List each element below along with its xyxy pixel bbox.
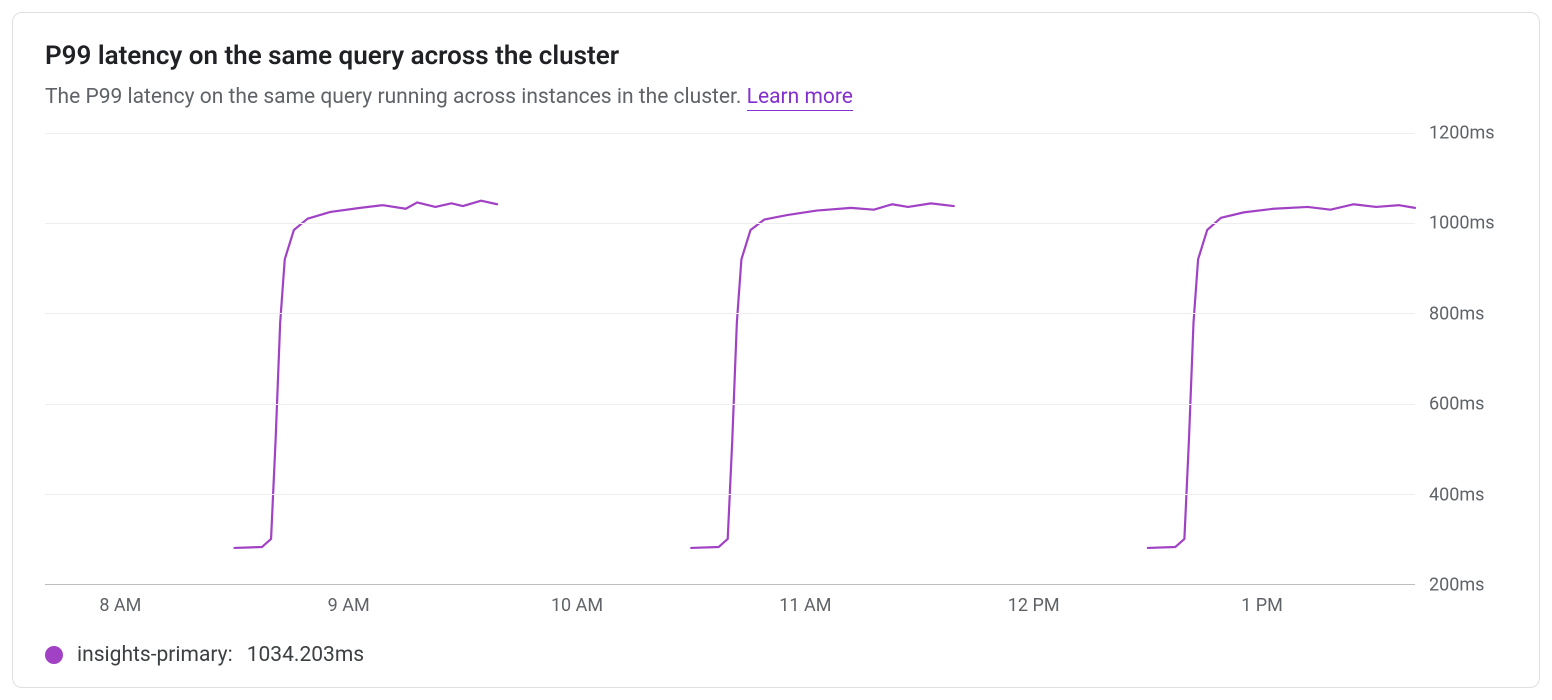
- legend-series-value: 1034.203ms: [247, 643, 364, 667]
- y-tick-label: 1200ms: [1429, 123, 1495, 144]
- series-line: [235, 201, 498, 548]
- y-tick-label: 400ms: [1429, 484, 1484, 505]
- y-tick-label: 600ms: [1429, 394, 1484, 415]
- chart-subtitle-text: The P99 latency on the same query runnin…: [45, 85, 747, 109]
- x-axis: 8 AM 9 AM 10 AM 11 AM 12 PM 1 PM: [45, 585, 1415, 627]
- series-line: [691, 203, 954, 548]
- plot-area: [45, 133, 1415, 585]
- y-tick-label: 1000ms: [1429, 213, 1495, 234]
- series-line: [1148, 204, 1415, 548]
- learn-more-link[interactable]: Learn more: [747, 85, 853, 111]
- chart-body: 200ms400ms600ms800ms1000ms1200ms 8 AM9 A…: [45, 133, 1507, 667]
- chart-legend: insights-primary: 1034.203ms: [45, 643, 1507, 667]
- y-axis: 200ms400ms600ms800ms1000ms1200ms: [1415, 133, 1507, 585]
- x-tick-label: 1 PM: [1241, 595, 1283, 616]
- gridline: [45, 404, 1415, 405]
- y-tick-label: 800ms: [1429, 303, 1484, 324]
- plot: 200ms400ms600ms800ms1000ms1200ms: [45, 133, 1507, 585]
- latency-chart-card: P99 latency on the same query across the…: [12, 12, 1540, 688]
- chart-lines-svg: [45, 133, 1415, 584]
- y-tick-label: 200ms: [1429, 575, 1484, 596]
- chart-title: P99 latency on the same query across the…: [45, 41, 1507, 71]
- gridline: [45, 494, 1415, 495]
- legend-color-dot: [45, 646, 63, 664]
- chart-subtitle: The P99 latency on the same query runnin…: [45, 85, 1507, 109]
- x-tick-label: 12 PM: [1008, 595, 1060, 616]
- gridline: [45, 313, 1415, 314]
- gridline: [45, 223, 1415, 224]
- x-tick-label: 11 AM: [779, 595, 831, 616]
- x-tick-label: 9 AM: [328, 595, 370, 616]
- x-tick-label: 10 AM: [551, 595, 603, 616]
- x-tick-label: 8 AM: [99, 595, 141, 616]
- gridline: [45, 133, 1415, 134]
- legend-series-name: insights-primary:: [77, 643, 233, 667]
